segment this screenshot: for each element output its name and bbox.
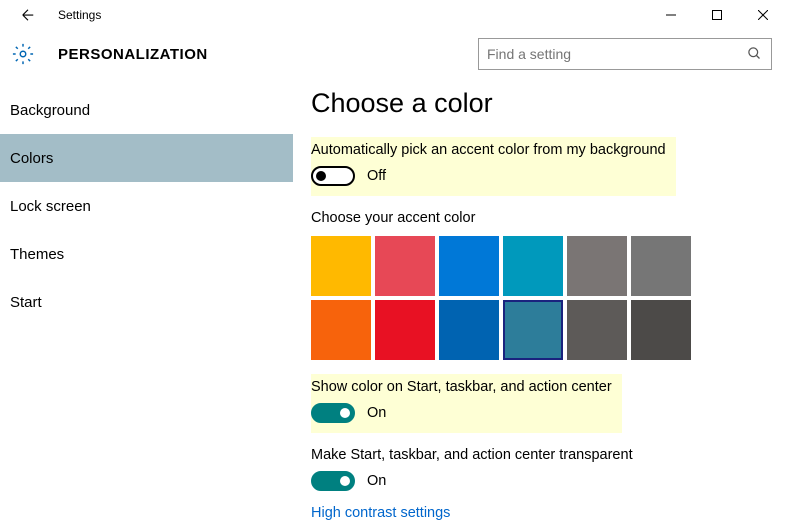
show-color-label: Show color on Start, taskbar, and action…	[311, 379, 612, 395]
sidebar-item-background[interactable]: Background	[0, 86, 293, 134]
search-box[interactable]	[478, 38, 772, 70]
sidebar-item-label: Lock screen	[10, 198, 91, 215]
color-swatch[interactable]	[503, 236, 563, 296]
sidebar-item-colors[interactable]: Colors	[0, 134, 293, 182]
transparent-label: Make Start, taskbar, and action center t…	[311, 447, 768, 463]
transparent-state: On	[367, 473, 386, 489]
show-color-toggle[interactable]	[311, 403, 355, 423]
search-input[interactable]	[487, 46, 747, 62]
color-swatch[interactable]	[439, 300, 499, 360]
header: PERSONALIZATION	[0, 30, 786, 78]
minimize-button[interactable]	[648, 0, 694, 30]
window-title: Settings	[58, 8, 101, 22]
sidebar-item-label: Colors	[10, 150, 53, 167]
color-swatch[interactable]	[311, 236, 371, 296]
sidebar-item-themes[interactable]: Themes	[0, 230, 293, 278]
content-area: Background Colors Lock screen Themes Sta…	[0, 78, 786, 528]
titlebar: Settings	[0, 0, 786, 30]
color-swatch[interactable]	[503, 300, 563, 360]
high-contrast-link[interactable]: High contrast settings	[311, 505, 450, 521]
transparent-toggle[interactable]	[311, 471, 355, 491]
close-button[interactable]	[740, 0, 786, 30]
sidebar: Background Colors Lock screen Themes Sta…	[0, 78, 293, 528]
color-swatch[interactable]	[375, 300, 435, 360]
page-heading: Choose a color	[311, 88, 768, 119]
auto-pick-state: Off	[367, 168, 386, 184]
sidebar-item-lock-screen[interactable]: Lock screen	[0, 182, 293, 230]
search-container	[478, 38, 772, 70]
auto-pick-toggle[interactable]	[311, 166, 355, 186]
color-swatch[interactable]	[631, 300, 691, 360]
show-color-state: On	[367, 405, 386, 421]
color-grid	[311, 236, 768, 360]
transparent-section: Make Start, taskbar, and action center t…	[311, 447, 768, 491]
color-swatch[interactable]	[567, 300, 627, 360]
color-swatch[interactable]	[311, 300, 371, 360]
sidebar-item-label: Start	[10, 294, 42, 311]
color-swatch[interactable]	[567, 236, 627, 296]
maximize-button[interactable]	[694, 0, 740, 30]
window-controls	[648, 0, 786, 30]
main-panel: Choose a color Automatically pick an acc…	[293, 78, 786, 528]
sidebar-item-label: Background	[10, 102, 90, 119]
color-swatch[interactable]	[631, 236, 691, 296]
back-button[interactable]	[8, 0, 48, 30]
page-category: PERSONALIZATION	[58, 46, 208, 63]
sidebar-item-start[interactable]: Start	[0, 278, 293, 326]
auto-pick-label: Automatically pick an accent color from …	[311, 142, 666, 158]
gear-icon	[12, 43, 34, 65]
show-color-section: Show color on Start, taskbar, and action…	[311, 374, 622, 433]
color-swatch[interactable]	[439, 236, 499, 296]
search-icon	[747, 46, 763, 62]
sidebar-item-label: Themes	[10, 246, 64, 263]
accent-color-label: Choose your accent color	[311, 210, 768, 226]
color-swatch[interactable]	[375, 236, 435, 296]
auto-pick-section: Automatically pick an accent color from …	[311, 137, 676, 196]
